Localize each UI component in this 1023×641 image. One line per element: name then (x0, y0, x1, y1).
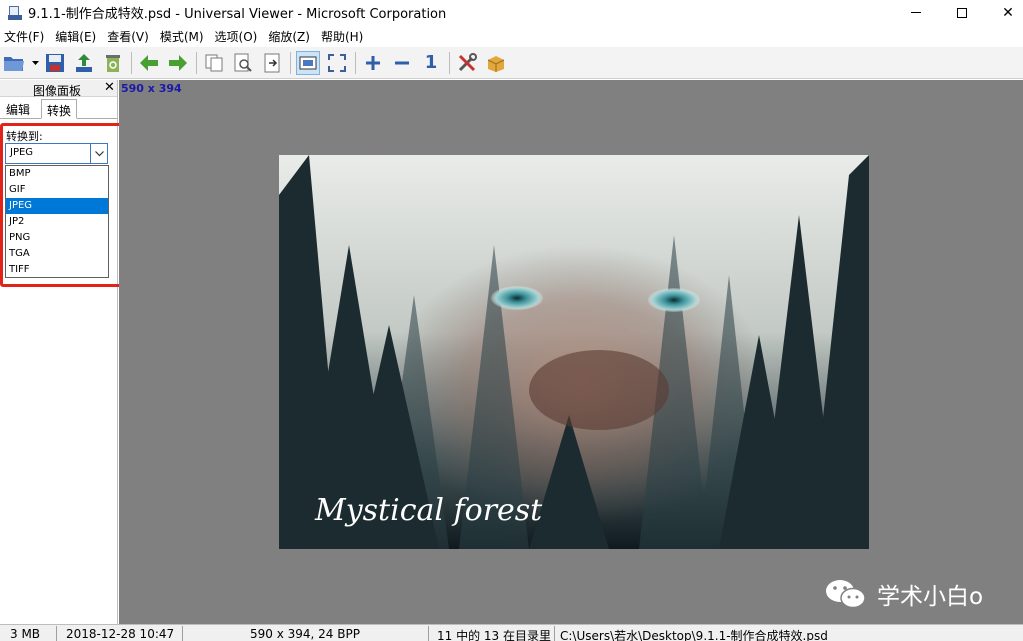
format-option-tga[interactable]: TGA (6, 246, 108, 262)
format-dropdown-list: BMP GIF JPEG JP2 PNG TGA TIFF (5, 165, 109, 278)
zoom-in-button[interactable] (361, 51, 385, 75)
status-divider (182, 626, 183, 641)
zoom-in-icon (366, 55, 380, 70)
save-button[interactable] (43, 51, 67, 75)
export-icon (76, 53, 92, 72)
panel-header: 图像面板 ✕ (0, 80, 117, 98)
format-option-gif[interactable]: GIF (6, 182, 108, 198)
window-title: 9.1.1-制作合成特效.psd - Universal Viewer - Mi… (28, 7, 447, 22)
status-dimensions: 590 x 394, 24 BPP (250, 627, 360, 641)
status-divider (428, 626, 429, 641)
actual-size-icon: 1 (424, 52, 438, 73)
copy-button[interactable] (202, 51, 226, 75)
recycle-button[interactable] (101, 51, 125, 75)
toolbar-separator (196, 51, 197, 74)
tab-convert[interactable]: 转换 (41, 99, 78, 119)
recycle-bin-icon (106, 54, 120, 72)
preview-button[interactable] (231, 51, 255, 75)
format-option-bmp[interactable]: BMP (6, 166, 108, 182)
title-bar: 9.1.1-制作合成特效.psd - Universal Viewer - Mi… (0, 0, 1023, 25)
toolbar-separator (449, 51, 450, 74)
menu-file[interactable]: 文件(F) (0, 28, 51, 45)
fit-window-button[interactable] (296, 50, 320, 75)
package-icon (487, 55, 505, 72)
fullscreen-icon (328, 53, 346, 72)
status-bar: 3 MB 2018-12-28 10:47 590 x 394, 24 BPP … (0, 624, 1023, 641)
save-icon (46, 53, 64, 72)
close-button[interactable]: ✕ (985, 0, 1023, 25)
image-panel: 图像面板 ✕ 编辑 转换 转换到: JPEG BMP GIF JPEG JP2 … (0, 80, 122, 624)
maximize-icon (957, 7, 967, 18)
displayed-image: Mystical forest (279, 155, 869, 549)
image-size-label: 590 x 394 (121, 82, 182, 95)
maximize-button[interactable] (939, 0, 985, 25)
prev-arrow-icon (140, 54, 158, 71)
exit-document-icon (264, 53, 280, 72)
menu-mode[interactable]: 模式(M) (156, 28, 211, 45)
menu-bar: 文件(F) 编辑(E) 查看(V) 模式(M) 选项(O) 缩放(Z) 帮助(H… (0, 26, 1023, 46)
preview-icon (234, 53, 252, 72)
toolbar: 1 (0, 47, 1023, 79)
status-date: 2018-12-28 10:47 (66, 627, 175, 641)
next-button[interactable] (166, 51, 190, 75)
fit-window-icon (299, 56, 317, 69)
wechat-icon (825, 578, 867, 610)
format-option-jp2[interactable]: JP2 (6, 214, 108, 230)
fullscreen-button[interactable] (325, 51, 349, 75)
menu-zoom[interactable]: 缩放(Z) (264, 28, 317, 45)
export-button[interactable] (72, 51, 96, 75)
open-dropdown[interactable] (31, 51, 39, 75)
package-button[interactable] (484, 51, 508, 75)
copy-icon (205, 54, 223, 71)
menu-help[interactable]: 帮助(H) (317, 28, 370, 45)
toolbar-separator (131, 51, 132, 74)
status-divider (56, 626, 57, 641)
format-select[interactable]: JPEG (5, 143, 108, 164)
next-arrow-icon (169, 54, 187, 71)
exit-document-button[interactable] (260, 51, 284, 75)
menu-view[interactable]: 查看(V) (103, 28, 156, 45)
status-path: C:\Users\若水\Desktop\9.1.1-制作合成特效.psd (560, 629, 828, 641)
panel-tabs: 编辑 转换 (0, 97, 117, 119)
status-file-size: 3 MB (10, 627, 41, 641)
open-button[interactable] (2, 51, 26, 75)
tools-button[interactable] (455, 51, 479, 75)
tools-icon (458, 52, 477, 71)
status-position: 11 中的 13 在目录里 (437, 629, 551, 641)
format-option-png[interactable]: PNG (6, 230, 108, 246)
app-icon (8, 5, 22, 20)
chevron-down-icon (94, 150, 104, 156)
format-option-jpeg[interactable]: JPEG (6, 198, 108, 214)
zoom-out-icon (395, 61, 409, 64)
zoom-out-button[interactable] (390, 51, 414, 75)
toolbar-separator (290, 51, 291, 74)
menu-edit[interactable]: 编辑(E) (51, 28, 103, 45)
open-folder-icon (4, 56, 24, 71)
panel-close-icon[interactable]: ✕ (104, 80, 115, 95)
toolbar-separator (355, 51, 356, 74)
minimize-button[interactable] (893, 0, 939, 25)
image-caption: Mystical forest (314, 493, 543, 528)
dropdown-arrow-icon (31, 60, 39, 65)
status-divider (554, 626, 555, 641)
close-icon: ✕ (1002, 4, 1014, 21)
watermark: 学术小白o (825, 577, 983, 611)
menu-options[interactable]: 选项(O) (211, 28, 265, 45)
image-viewer[interactable]: 590 x 394 Mystical forest 学术小白o (119, 80, 1023, 624)
convert-to-label: 转换到: (6, 130, 43, 143)
actual-size-button[interactable]: 1 (419, 51, 443, 75)
format-option-tiff[interactable]: TIFF (6, 262, 108, 278)
format-select-value: JPEG (10, 147, 34, 158)
watermark-text: 学术小白o (877, 584, 984, 610)
dropdown-button[interactable] (90, 144, 107, 163)
previous-button[interactable] (137, 51, 161, 75)
minimize-icon (911, 12, 921, 13)
tab-edit[interactable]: 编辑 (1, 99, 35, 119)
